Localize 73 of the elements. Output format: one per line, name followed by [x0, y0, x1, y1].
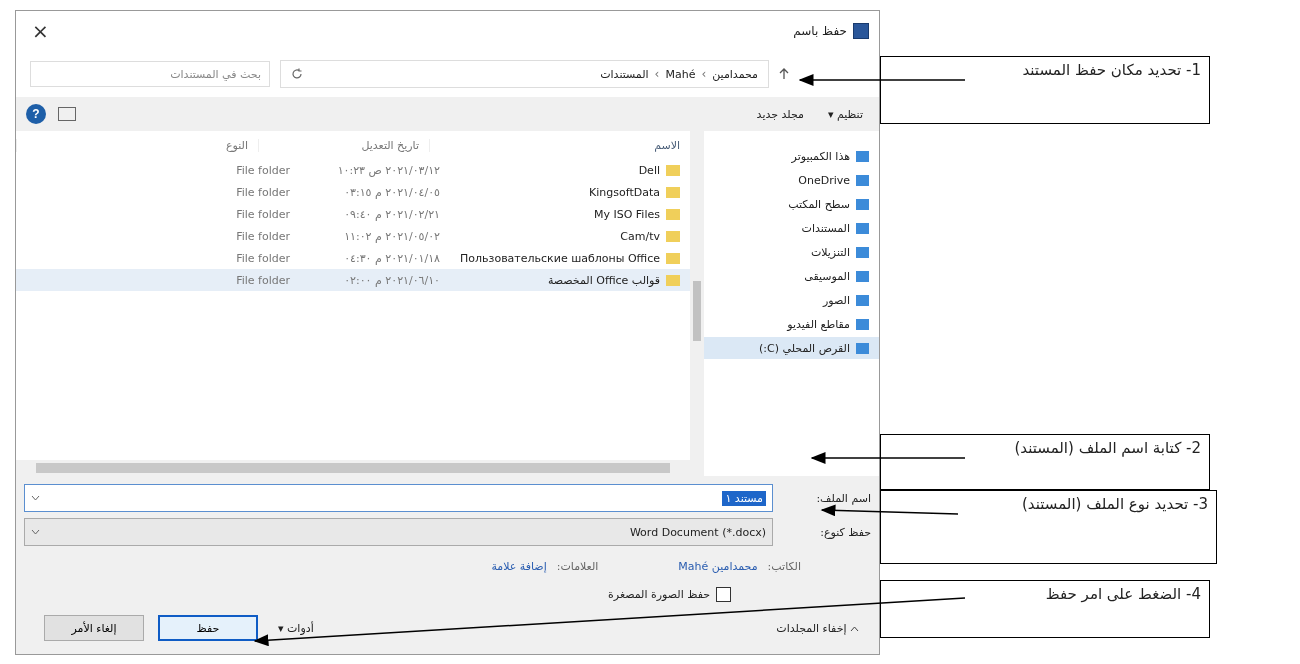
type-cell-text: File folder: [235, 163, 291, 177]
save-type-dropdown[interactable]: Word Document (*.docx): [24, 518, 773, 546]
type-cell-text: File folder: [235, 229, 291, 243]
folder-icon: [666, 274, 680, 286]
date-cell-text: ٢٠٢١/٠٥/٠٢ م ١١:٠٢: [343, 229, 441, 243]
type-cell-text: File folder: [235, 251, 291, 265]
sidebar-item[interactable]: التنزيلات: [704, 241, 879, 263]
sidebar-item[interactable]: المستندات: [704, 217, 879, 239]
author-link[interactable]: محمدامين Mahé: [678, 560, 758, 573]
tools-button[interactable]: أدوات ▾: [272, 620, 320, 636]
date-cell-text: ٢٠٢١/٠٢/٢١ م ٠٩:٤٠: [343, 207, 441, 221]
breadcrumb[interactable]: Mahé: [665, 67, 696, 81]
file-name: Пользовательские шаблоны Office: [460, 251, 660, 265]
scrollbar[interactable]: [16, 460, 690, 476]
folder-icon: [666, 208, 680, 220]
sidebar-item[interactable]: مقاطع الفيديو: [704, 313, 879, 335]
chevron-up-icon: [850, 625, 859, 632]
sidebar-item[interactable]: الصور: [704, 289, 879, 311]
search-field[interactable]: بحث في المستندات: [30, 61, 270, 87]
file-name: KingsoftData: [589, 185, 660, 199]
checkbox-label: حفظ الصورة المصغرة: [608, 588, 710, 601]
separator-icon: ›: [701, 67, 707, 81]
close-button[interactable]: ×: [26, 18, 55, 44]
type-cell-text: File folder: [235, 273, 291, 287]
callout-box: 4- الضغط على امر حفظ: [880, 580, 1210, 638]
tags-label: العلامات:: [556, 560, 599, 573]
file-name-label: اسم الملف:: [815, 491, 871, 505]
type-cell-text: File folder: [235, 185, 291, 199]
callout-box: 3- تحديد نوع الملف (المستند): [880, 490, 1217, 564]
hide-folders-button[interactable]: إخفاء المجلدات: [770, 620, 865, 636]
checkbox[interactable]: [716, 587, 731, 602]
chevron-down-icon[interactable]: [31, 529, 40, 535]
sidebar-item[interactable]: القرص المحلي (C:): [704, 337, 879, 359]
view-icon[interactable]: [58, 107, 76, 121]
save-button[interactable]: حفظ: [158, 615, 258, 641]
callout-box: 2- كتابة اسم الملف (المستند): [880, 434, 1210, 490]
sidebar-item[interactable]: الموسيقى: [704, 265, 879, 287]
file-name: قوالب Office المخصصة: [547, 273, 660, 287]
sidebar-item[interactable]: هذا الكمبيوتر: [704, 145, 879, 167]
up-arrow-icon[interactable]: [779, 68, 789, 80]
date-cell-text: ٢٠٢١/٠٤/٠٥ م ٠٣:١٥: [343, 185, 441, 199]
type-cell-text: File folder: [235, 207, 291, 221]
new-folder-button[interactable]: مجلد جديد: [750, 106, 810, 122]
breadcrumb[interactable]: محمدامين: [712, 67, 758, 81]
date-cell-text: ٢٠٢١/٠١/١٨ م ٠٤:٣٠: [343, 251, 441, 265]
author-label: الكاتب:: [767, 560, 801, 573]
add-tag-link[interactable]: إضافة علامة: [491, 560, 547, 573]
sidebar-item[interactable]: OneDrive: [704, 169, 879, 191]
document-icon: [853, 23, 869, 39]
folder-icon: [666, 230, 680, 242]
date-cell-text: ٢٠٢١/٠٦/١٠ م ٠٢:٠٠: [343, 273, 441, 287]
breadcrumb[interactable]: المستندات: [600, 67, 649, 81]
file-name: Dell: [638, 163, 660, 177]
cancel-button[interactable]: إلغاء الأمر: [44, 615, 144, 641]
chevron-down-icon[interactable]: [31, 495, 40, 501]
folder-icon: [666, 252, 680, 264]
folder-icon: [666, 164, 680, 176]
callout-box: 1- تحديد مكان حفظ المستند: [880, 56, 1210, 124]
date-cell-text: ٢٠٢١/٠٣/١٢ ص ١٠:٢٣: [336, 163, 441, 177]
file-name-field[interactable]: مستند ١: [24, 484, 773, 512]
sidebar-item[interactable]: سطح المكتب: [704, 193, 879, 215]
save-type-label: حفظ كنوع:: [819, 525, 871, 539]
help-button[interactable]: ?: [26, 104, 46, 124]
column-header[interactable]: تاريخ التعديل: [258, 138, 429, 152]
file-name: Cam/tv: [620, 229, 660, 243]
folder-icon: [666, 186, 680, 198]
refresh-icon[interactable]: [291, 68, 303, 80]
separator-icon: ›: [654, 67, 660, 81]
column-header[interactable]: الاسم: [429, 138, 690, 152]
organize-button[interactable]: تنظيم ▾: [821, 106, 869, 122]
column-header[interactable]: النوع: [16, 138, 258, 152]
file-name: My ISO Files: [593, 207, 660, 221]
window-title: حفظ باسم: [793, 24, 847, 38]
